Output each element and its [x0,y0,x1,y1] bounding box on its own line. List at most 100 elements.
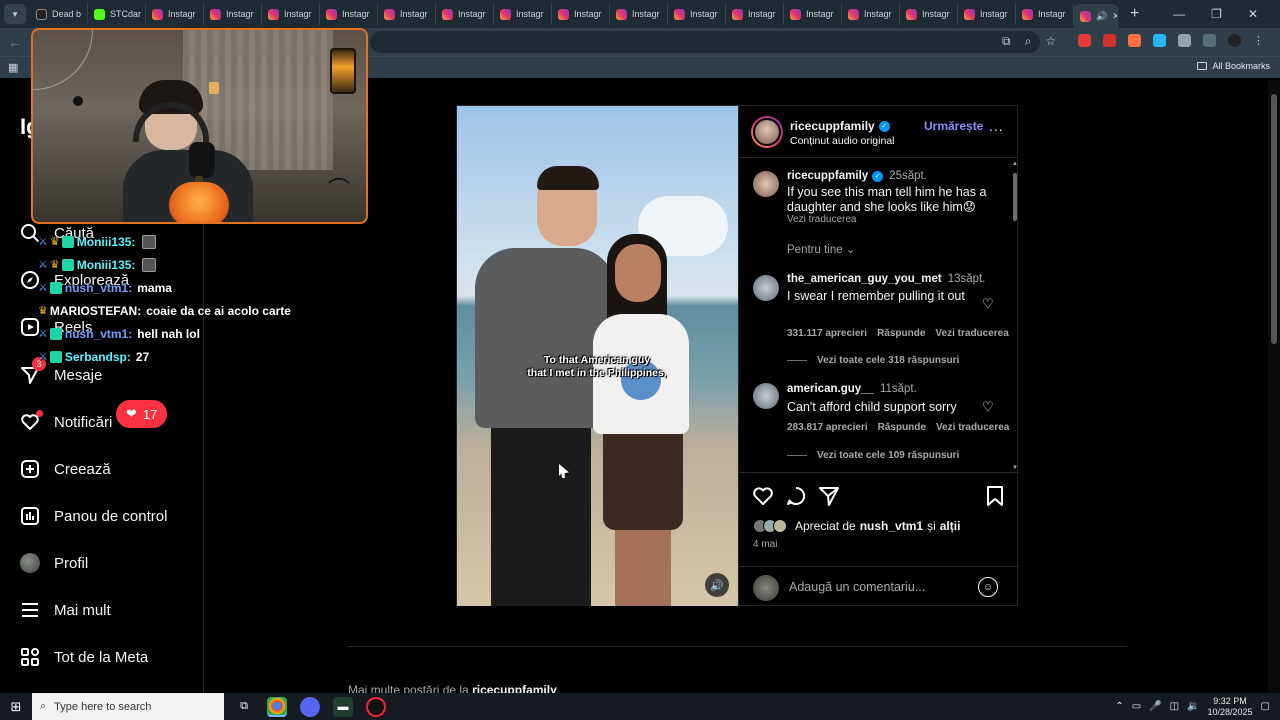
more-options-icon[interactable]: ... [989,118,1004,134]
kebab-menu-icon[interactable]: ⋮ [1253,34,1264,47]
restore-icon[interactable]: ❐ [1211,7,1222,21]
sidebar-item-notifications[interactable]: Notificări [20,410,112,432]
sidebar-item-profile[interactable]: Profil [20,553,88,573]
view-replies-button[interactable]: Vezi toate cele 109 răspunsuri [787,450,959,461]
reply-button[interactable]: Răspunde [878,422,926,433]
task-view-icon[interactable]: ⧉ [234,697,254,717]
speaker-icon[interactable]: 🔊 [1096,11,1107,22]
author-avatar[interactable] [751,116,783,148]
avatar[interactable] [1228,34,1241,47]
address-bar[interactable] [370,31,1040,53]
browser-tab[interactable]: Instagr [610,3,668,25]
post-date[interactable]: 4 mai [753,539,777,550]
view-replies-button[interactable]: Vezi toate cele 318 răspunsuri [787,355,959,366]
comments-scrollbar[interactable]: ▲ ▼ [1011,161,1018,471]
post-video[interactable]: To that American guy that I met in the P… [457,106,738,606]
minimize-icon[interactable]: — [1173,7,1185,21]
clock[interactable]: 9:32 PM 10/28/2025 [1208,696,1253,718]
cast-icon[interactable]: ⧉ [1002,34,1011,49]
page-scrollbar[interactable] [1268,80,1280,693]
share-icon[interactable] [818,485,840,507]
audio-link[interactable]: Conținut audio original [790,135,895,147]
scrollbar-thumb[interactable] [1013,173,1017,221]
translate-link[interactable]: Vezi traducerea [936,422,1009,433]
scrollbar-thumb[interactable] [1271,94,1277,344]
comment-input[interactable] [789,577,969,597]
browser-tab[interactable]: Instagr [900,3,958,25]
like-comment-heart-icon[interactable]: ♡ [982,399,994,415]
adblock-icon[interactable] [1103,34,1116,47]
close-window-icon[interactable]: ✕ [1248,7,1258,21]
chevron-up-icon[interactable]: ⌃ [1115,701,1123,712]
comment-likes[interactable]: 283.817 aprecieri [787,422,868,433]
browser-tab[interactable]: Dead b [30,3,88,25]
notifications-count-pill[interactable]: ❤ 17 [116,400,168,428]
puzzle-icon[interactable] [1178,34,1191,47]
sidebar-item-messages[interactable]: 3 Mesaje [20,357,102,385]
back-arrow-icon[interactable]: ← [8,34,22,50]
volume-icon[interactable]: 🔉 [1187,701,1199,712]
microphone-icon[interactable]: 🎤 [1149,701,1161,712]
translate-link[interactable]: Vezi traducerea [935,328,1008,339]
comment-bubble-icon[interactable] [785,485,807,507]
obs-icon[interactable] [366,696,386,717]
reading-list-icon[interactable] [1203,34,1216,47]
terminal-icon[interactable]: ▬ [333,696,353,717]
browser-tab[interactable]: Instagr [146,3,204,25]
comment-likes[interactable]: 331.117 aprecieri [787,328,867,339]
tab-search-button[interactable]: ▾ [4,4,26,24]
browser-tab[interactable]: Instagr [784,3,842,25]
extension-icon[interactable] [1128,34,1141,47]
save-bookmark-icon[interactable] [984,485,1006,507]
caption-avatar[interactable] [753,171,779,197]
reply-button[interactable]: Răspunde [877,328,925,339]
browser-tab[interactable]: Instagr [726,3,784,25]
browser-tab[interactable]: STCdar [88,3,146,25]
browser-tab[interactable]: Instagr [958,3,1016,25]
network-icon[interactable]: ◫ [1170,701,1179,712]
sidebar-item-create[interactable]: Creează [20,459,111,479]
chrome-icon[interactable] [267,696,287,717]
close-tab-icon[interactable]: ✕ [1112,11,1117,22]
browser-tab[interactable]: Instagr [262,3,320,25]
discord-icon[interactable] [300,696,320,717]
sidebar-item-meta[interactable]: Tot de la Meta [20,647,148,667]
caption-translate-link[interactable]: Vezi traducerea [787,214,857,225]
liked-by-others-link[interactable]: alții [940,519,961,533]
liked-by-user-link[interactable]: nush_vtm1 [860,519,923,533]
taskbar-search-input[interactable] [54,700,205,713]
browser-tab[interactable]: Instagr [1016,3,1074,25]
extension-icon[interactable] [1078,34,1091,47]
scroll-up-icon[interactable]: ▲ [1012,161,1018,167]
sidebar-item-more[interactable]: Mai mult [20,600,111,620]
sidebar-item-dashboard[interactable]: Panou de control [20,506,167,526]
comment-author[interactable]: the_american_guy_you_met 13săpt. [787,273,985,285]
taskbar-search[interactable]: ⌕ [32,693,224,720]
browser-tab[interactable]: Instagr [552,3,610,25]
caption-author[interactable]: ricecuppfamily ✓ 25săpt. [787,170,927,182]
comment-avatar[interactable] [753,383,779,409]
browser-tab[interactable]: Instagr [204,3,262,25]
comment-avatar[interactable] [753,275,779,301]
browser-tab[interactable]: Instagr [842,3,900,25]
extension-icon[interactable] [1153,34,1166,47]
browser-tab[interactable]: Instagr [494,3,552,25]
notifications-icon[interactable]: ▢ [1261,701,1270,712]
bookmark-star-icon[interactable]: ☆ [1045,34,1056,49]
tab-active[interactable]: 🔊 ✕ [1074,4,1118,28]
emoji-icon[interactable]: ☺ [978,577,998,597]
follow-button[interactable]: Urmărește [924,119,983,133]
for-you-dropdown[interactable]: Pentru tine ⌄ [787,242,855,256]
browser-tab[interactable]: Instagr [436,3,494,25]
all-bookmarks-button[interactable]: All Bookmarks [1197,61,1270,71]
apps-grid-icon[interactable]: ▦ [8,61,18,74]
browser-tab[interactable]: Instagr [378,3,436,25]
zoom-icon[interactable]: ⌕ [1025,34,1032,49]
sound-toggle-button[interactable]: 🔊 [705,573,729,597]
author-username[interactable]: ricecuppfamily ✓ [790,119,890,133]
browser-tab[interactable]: Instagr [320,3,378,25]
comment-author[interactable]: american.guy__ 11săpt. [787,383,917,395]
like-comment-heart-icon[interactable]: ♡ [982,296,994,312]
like-heart-icon[interactable] [752,485,774,507]
battery-icon[interactable]: ▭ [1132,701,1141,712]
